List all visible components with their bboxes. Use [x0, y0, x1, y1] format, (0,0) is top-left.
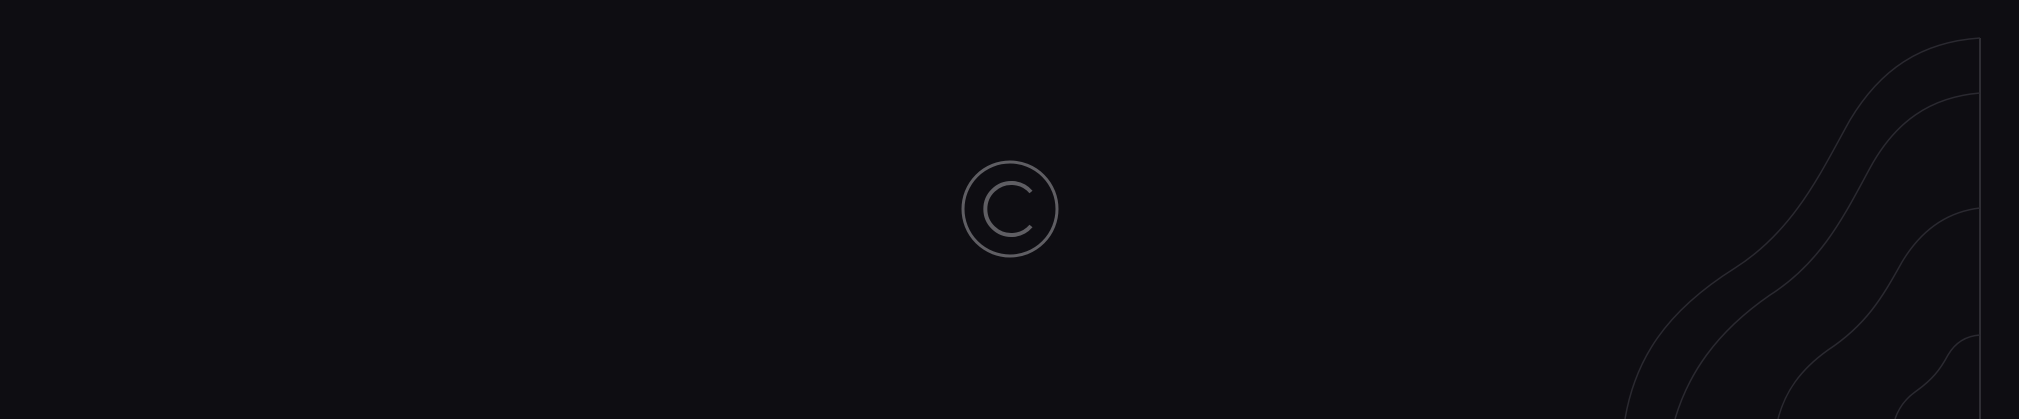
wave-line-4	[1894, 334, 1981, 419]
wave-line-1	[1624, 37, 1981, 419]
wave-line-2	[1674, 92, 1981, 419]
wave-lines-decoration	[1624, 37, 1981, 419]
copyright-icon	[961, 160, 1059, 258]
page-canvas	[0, 0, 2019, 419]
wave-line-3	[1777, 207, 1981, 419]
